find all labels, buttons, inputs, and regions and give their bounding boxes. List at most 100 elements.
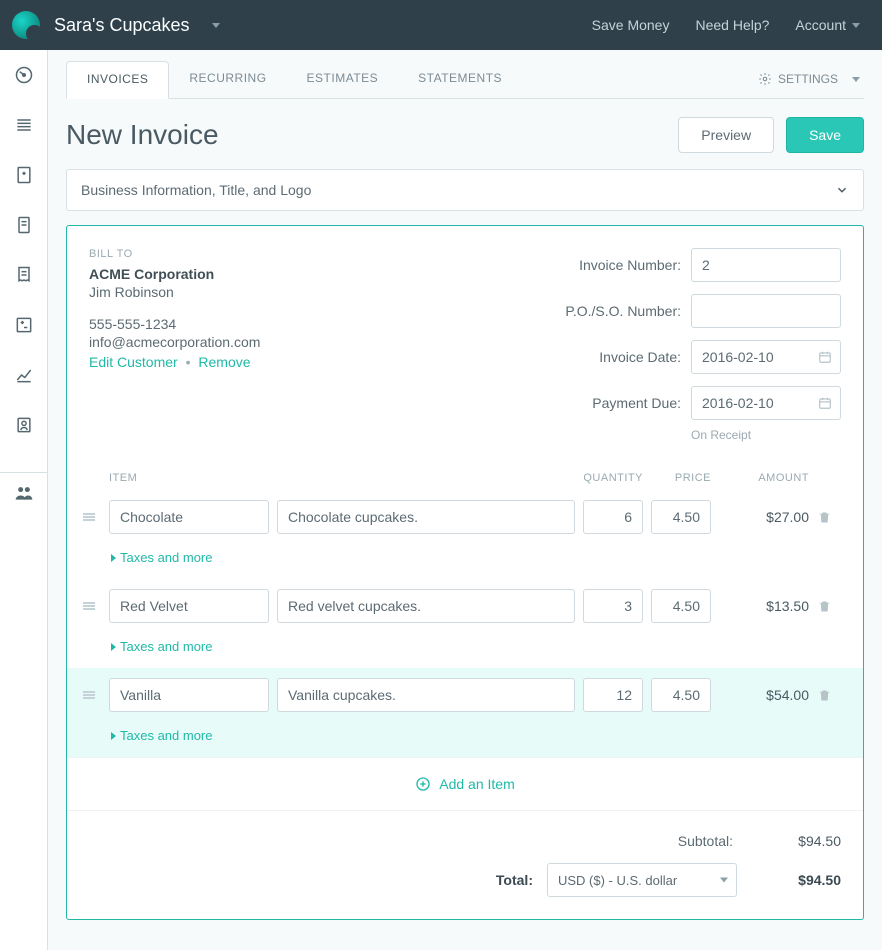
col-item: ITEM (109, 472, 269, 484)
on-receipt-note: On Receipt (691, 428, 841, 442)
bills-icon[interactable] (13, 214, 35, 236)
difference-icon[interactable] (13, 314, 35, 336)
item-price-input[interactable] (651, 589, 711, 623)
collapse-label: Business Information, Title, and Logo (81, 182, 311, 198)
item-amount: $54.00 (719, 687, 809, 703)
nav-need-help[interactable]: Need Help? (695, 17, 769, 33)
sidebar (0, 50, 48, 950)
account-dropdown-icon (852, 23, 860, 28)
page-title: New Invoice (66, 119, 219, 151)
item-desc-input[interactable] (277, 678, 575, 712)
tab-estimates[interactable]: ESTIMATES (287, 61, 399, 97)
triangle-right-icon (111, 732, 116, 740)
company-dropdown-icon[interactable] (212, 23, 220, 28)
tab-recurring[interactable]: RECURRING (169, 61, 286, 97)
tab-statements[interactable]: STATEMENTS (398, 61, 522, 97)
triangle-right-icon (111, 643, 116, 651)
item-price-input[interactable] (651, 500, 711, 534)
po-number-input[interactable] (691, 294, 841, 328)
item-desc-input[interactable] (277, 589, 575, 623)
bill-to-contact: Jim Robinson (89, 284, 260, 300)
invoice-date-label: Invoice Date: (565, 349, 681, 365)
subtotal-value: $94.50 (751, 833, 841, 849)
dashboard-icon[interactable] (13, 64, 35, 86)
bill-to-label: BILL TO (89, 248, 260, 260)
col-quantity: QUANTITY (583, 472, 643, 484)
item-name-input[interactable] (109, 500, 269, 534)
save-button[interactable]: Save (786, 117, 864, 153)
totals-block: Subtotal: $94.50 Total: USD ($) - U.S. d… (67, 810, 863, 919)
item-name-input[interactable] (109, 678, 269, 712)
trash-icon (817, 599, 832, 614)
triangle-right-icon (111, 554, 116, 562)
invoice-panel: BILL TO ACME Corporation Jim Robinson 55… (66, 225, 864, 920)
delete-item-button[interactable] (817, 688, 841, 703)
drag-handle-icon[interactable] (77, 691, 101, 699)
trash-icon (817, 688, 832, 703)
add-item-button[interactable]: Add an Item (67, 757, 863, 810)
team-icon[interactable] (0, 472, 47, 494)
drag-handle-icon[interactable] (77, 513, 101, 521)
po-number-label: P.O./S.O. Number: (565, 303, 681, 319)
taxes-and-more-link[interactable]: Taxes and more (111, 639, 841, 654)
payment-due-label: Payment Due: (565, 395, 681, 411)
tab-settings[interactable]: SETTINGS (758, 72, 864, 86)
item-amount: $13.50 (719, 598, 809, 614)
invoice-date-input[interactable] (691, 340, 841, 374)
app-logo (12, 11, 40, 39)
gear-icon (758, 72, 772, 86)
tab-bar: INVOICES RECURRING ESTIMATES STATEMENTS … (66, 60, 864, 99)
col-price: PRICE (651, 472, 711, 484)
item-price-input[interactable] (651, 678, 711, 712)
item-amount: $27.00 (719, 509, 809, 525)
preview-button[interactable]: Preview (678, 117, 774, 153)
profile-icon[interactable] (13, 414, 35, 436)
item-qty-input[interactable] (583, 500, 643, 534)
item-qty-input[interactable] (583, 678, 643, 712)
edit-customer-link[interactable]: Edit Customer (89, 354, 178, 370)
bill-to-email: info@acmecorporation.com (89, 334, 260, 350)
col-amount: AMOUNT (719, 472, 809, 484)
settings-label: SETTINGS (778, 72, 838, 86)
item-desc-input[interactable] (277, 500, 575, 534)
add-item-label: Add an Item (439, 776, 515, 792)
nav-save-money[interactable]: Save Money (592, 17, 670, 33)
receipt-icon[interactable] (13, 264, 35, 286)
remove-customer-link[interactable]: Remove (198, 354, 250, 370)
item-name-input[interactable] (109, 589, 269, 623)
taxes-and-more-link[interactable]: Taxes and more (111, 550, 841, 565)
plus-circle-icon (415, 776, 431, 792)
invoice-number-input[interactable] (691, 248, 841, 282)
trash-icon (817, 510, 832, 525)
top-bar: Sara's Cupcakes Save Money Need Help? Ac… (0, 0, 882, 50)
subtotal-label: Subtotal: (678, 833, 733, 849)
total-label: Total: (496, 872, 533, 888)
drag-handle-icon[interactable] (77, 602, 101, 610)
payment-due-input[interactable] (691, 386, 841, 420)
business-info-collapse[interactable]: Business Information, Title, and Logo (66, 169, 864, 211)
item-row: $27.00 Taxes and more (67, 490, 863, 579)
company-name[interactable]: Sara's Cupcakes (54, 15, 190, 36)
items-header: ITEM QUANTITY PRICE AMOUNT (67, 466, 863, 490)
taxes-and-more-link[interactable]: Taxes and more (111, 728, 841, 743)
new-invoice-icon[interactable] (13, 164, 35, 186)
delete-item-button[interactable] (817, 599, 841, 614)
list-icon[interactable] (13, 114, 35, 136)
invoice-meta: Invoice Number: P.O./S.O. Number: Invoic… (565, 248, 841, 442)
total-value: $94.50 (751, 872, 841, 888)
settings-dropdown-icon (852, 77, 860, 82)
separator-dot: • (186, 354, 191, 370)
tab-invoices[interactable]: INVOICES (66, 61, 169, 99)
bill-to-company: ACME Corporation (89, 266, 260, 282)
bill-to-block: BILL TO ACME Corporation Jim Robinson 55… (89, 248, 260, 442)
bill-to-phone: 555-555-1234 (89, 316, 260, 332)
item-row: $54.00 Taxes and more (67, 668, 863, 757)
reports-icon[interactable] (13, 364, 35, 386)
nav-account-label: Account (795, 17, 846, 33)
delete-item-button[interactable] (817, 510, 841, 525)
item-row: $13.50 Taxes and more (67, 579, 863, 668)
invoice-number-label: Invoice Number: (565, 257, 681, 273)
chevron-down-icon (835, 183, 849, 197)
item-qty-input[interactable] (583, 589, 643, 623)
nav-account[interactable]: Account (795, 17, 860, 33)
